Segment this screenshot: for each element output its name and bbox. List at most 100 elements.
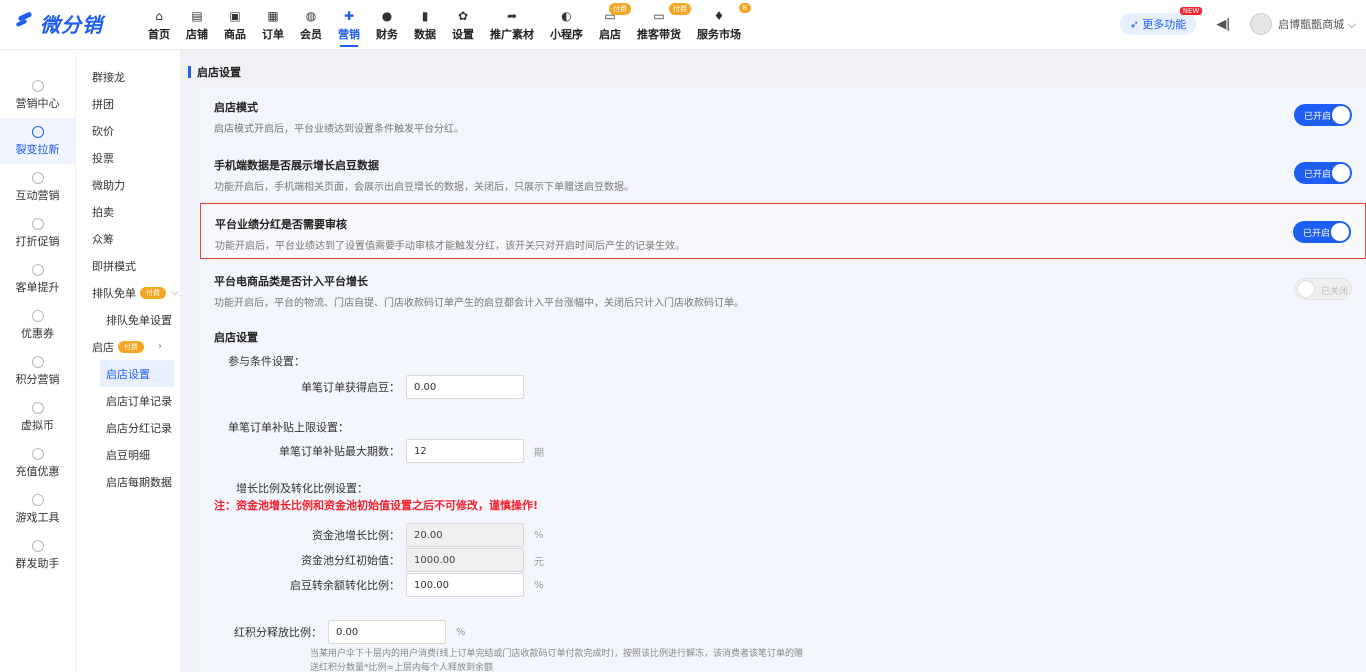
nav-item-5[interactable]: ✚ 营销 bbox=[330, 0, 368, 50]
left-nav-icon bbox=[31, 539, 44, 552]
chevron-down-icon: ⌵ bbox=[171, 287, 179, 298]
left-nav-icon bbox=[31, 309, 44, 322]
sub-nav-queue-setting[interactable]: 排队免单设置 bbox=[76, 306, 180, 333]
toggle-knob bbox=[1332, 164, 1350, 182]
nav-label: 首页 bbox=[148, 27, 170, 41]
sub-nav-queue[interactable]: 排队免单 付费 ⌵ bbox=[76, 279, 180, 306]
speaker-icon[interactable]: ◀ǀ bbox=[1216, 17, 1230, 32]
setting-title: 手机端数据是否展示增长启豆数据 bbox=[214, 159, 379, 172]
setting-toggle[interactable]: 已开启 bbox=[1294, 162, 1352, 184]
finance-icon: ● bbox=[381, 8, 393, 23]
nav-item-4[interactable]: ◍ 会员 bbox=[292, 0, 330, 50]
setting-row-1: 手机端数据是否展示增长启豆数据 功能开启后，手机端相关页面，会展示出启豆增长的数据… bbox=[200, 145, 1366, 201]
left-nav-item-1[interactable]: 裂变拉新 bbox=[0, 118, 75, 164]
nav-item-13[interactable]: ♦ 服务市场 8 bbox=[689, 0, 751, 50]
nav-item-6[interactable]: ● 财务 bbox=[368, 0, 406, 50]
left-nav-item-6[interactable]: 积分营销 bbox=[0, 348, 75, 394]
top-bar: 微分销 ⌂ 首页 ▤ 店铺 ▣ 商品 ▦ 订单 ◍ 会员 ✚ 营销 ● 财务 ▮ 数据 ✿ 设置 ➦ 推广素材 ◐ 小程序… bbox=[0, 0, 1366, 50]
shop-name[interactable]: 启博甑甑商城 ⌵ bbox=[1278, 16, 1356, 32]
sub-nav-store-child-3[interactable]: 启豆明细 bbox=[76, 441, 180, 468]
sub-nav-item-5[interactable]: 拍卖 bbox=[76, 198, 180, 225]
nav-item-0[interactable]: ⌂ 首页 bbox=[140, 0, 178, 50]
sub-nav-item-6[interactable]: 众筹 bbox=[76, 225, 180, 252]
page-title: 启店设置 bbox=[188, 57, 1366, 87]
left-nav-icon bbox=[31, 447, 44, 460]
chevron-right-icon: › bbox=[158, 341, 162, 352]
nav-label: 营销 bbox=[338, 27, 360, 41]
toggle-knob bbox=[1331, 223, 1349, 241]
more-features-button[interactable]: ➶ 更多功能 NEW bbox=[1119, 7, 1203, 35]
sub-nav-item-2[interactable]: 砍价 bbox=[76, 117, 180, 144]
nav-label: 推客带货 bbox=[637, 27, 681, 41]
left-nav-label: 虚拟币 bbox=[21, 418, 54, 432]
sub-nav-store-child-4[interactable]: 启店每期数据 bbox=[76, 468, 180, 495]
left-nav-icon bbox=[31, 171, 44, 184]
nav-label: 启店 bbox=[599, 27, 621, 41]
left-nav-label: 充值优惠 bbox=[15, 464, 60, 478]
more-features-label: 更多功能 bbox=[1142, 18, 1187, 31]
setting-desc: 启店模式开启后，平台业绩达到设置条件触发平台分红。 bbox=[214, 124, 464, 135]
sub-nav-store-child-0[interactable]: 启店设置 bbox=[100, 360, 174, 387]
sub-nav-store-child-2[interactable]: 启店分红记录 bbox=[76, 414, 180, 441]
nav-item-8[interactable]: ✿ 设置 bbox=[444, 0, 482, 50]
nav-label: 数据 bbox=[414, 27, 436, 41]
left-nav-item-3[interactable]: 打折促销 bbox=[0, 210, 75, 256]
left-nav-item-10[interactable]: 群发助手 bbox=[0, 532, 75, 578]
left-nav-item-4[interactable]: 客单提升 bbox=[0, 256, 75, 302]
nav-item-9[interactable]: ➦ 推广素材 bbox=[482, 0, 542, 50]
home-icon: ⌂ bbox=[155, 8, 163, 23]
beans-convert-input[interactable]: 100.00 bbox=[406, 573, 524, 597]
left-nav-item-5[interactable]: 优惠券 bbox=[0, 302, 75, 348]
setting-desc: 功能开启后，平台的物流、门店自提、门店收款码订单产生的启豆都会计入平台涨幅中，关… bbox=[214, 298, 744, 309]
left-nav-item-7[interactable]: 虚拟币 bbox=[0, 394, 75, 440]
setting-toggle[interactable]: 已开启 bbox=[1294, 104, 1352, 126]
sub-nav-item-3[interactable]: 投票 bbox=[76, 144, 180, 171]
left-nav-item-0[interactable]: 营销中心 bbox=[0, 72, 75, 118]
settings-icon: ✿ bbox=[457, 8, 469, 23]
left-nav-item-2[interactable]: 互动营销 bbox=[0, 164, 75, 210]
promoter-icon: ▭ bbox=[653, 8, 665, 23]
toggle-state: 已开启 bbox=[1304, 170, 1332, 180]
nav-item-12[interactable]: ▭ 推客带货 付费 bbox=[629, 0, 691, 50]
paid-badge: 付费 bbox=[669, 3, 691, 15]
avatar[interactable] bbox=[1250, 13, 1273, 35]
sub-nav-item-4[interactable]: 微助力 bbox=[76, 171, 180, 198]
release-note: 当某用户伞下十层内的用户消费(线上订单完结或门店收款码订单付款完成时)，按照该比… bbox=[310, 649, 804, 672]
periods-input[interactable]: 12 bbox=[406, 439, 524, 463]
main-content: 启店设置 启店模式 启店模式开启后，平台业绩达到设置条件触发平台分红。 已开启 手机端… bbox=[188, 57, 1366, 672]
sub-nav-item-1[interactable]: 拼团 bbox=[76, 90, 180, 117]
left-nav-icon bbox=[31, 401, 44, 414]
toggle-state: 已开启 bbox=[1304, 112, 1332, 122]
left-nav-item-8[interactable]: 充值优惠 bbox=[0, 440, 75, 486]
release-label: 红积分释放比例： bbox=[234, 626, 322, 639]
beans-input[interactable]: 0.00 bbox=[406, 375, 524, 399]
miniprogram-icon: ◐ bbox=[561, 8, 572, 23]
paid-badge: 付费 bbox=[140, 286, 166, 299]
left-nav-label: 优惠券 bbox=[21, 326, 54, 340]
toggle-knob bbox=[1297, 280, 1315, 298]
pool-growth-input: 20.00 bbox=[406, 523, 524, 547]
sub-nav-item-7[interactable]: 即拼模式 bbox=[76, 252, 180, 279]
nav-item-10[interactable]: ◐ 小程序 bbox=[542, 0, 591, 50]
sub-nav-store-child-1[interactable]: 启店订单记录 bbox=[76, 387, 180, 414]
left-nav-item-9[interactable]: 游戏工具 bbox=[0, 486, 75, 532]
nav-label: 订单 bbox=[262, 27, 284, 41]
setting-title: 平台业绩分红是否需要审核 bbox=[215, 218, 347, 231]
nav-item-1[interactable]: ▤ 店铺 bbox=[178, 0, 216, 50]
setting-toggle[interactable]: 已开启 bbox=[1293, 221, 1351, 243]
beans-convert-label: 启豆转余额转化比例： bbox=[290, 579, 400, 592]
sub-nav: 群接龙 拼团 砍价 投票 微助力 拍卖 众筹 即拼模式 排队免单 付费 ⌵ 排队免单设置 启店 付费 › 启店… bbox=[75, 50, 180, 672]
nav-item-3[interactable]: ▦ 订单 bbox=[254, 0, 292, 50]
logo[interactable]: 微分销 bbox=[16, 9, 103, 37]
nav-item-11[interactable]: ▭ 启店 付费 bbox=[591, 0, 631, 50]
sub-nav-store[interactable]: 启店 付费 › bbox=[76, 333, 180, 360]
release-input[interactable]: 0.00 bbox=[328, 620, 446, 644]
sub-nav-item-0[interactable]: 群接龙 bbox=[76, 63, 180, 90]
periods-label: 单笔订单补贴最大期数： bbox=[279, 445, 400, 458]
setting-toggle[interactable]: 已关闭 bbox=[1294, 278, 1352, 300]
nav-item-7[interactable]: ▮ 数据 bbox=[406, 0, 444, 50]
nav-label: 会员 bbox=[300, 27, 322, 41]
nav-item-2[interactable]: ▣ 商品 bbox=[216, 0, 254, 50]
beans-convert-unit: % bbox=[534, 579, 544, 591]
paid-badge: 付费 bbox=[609, 3, 631, 15]
